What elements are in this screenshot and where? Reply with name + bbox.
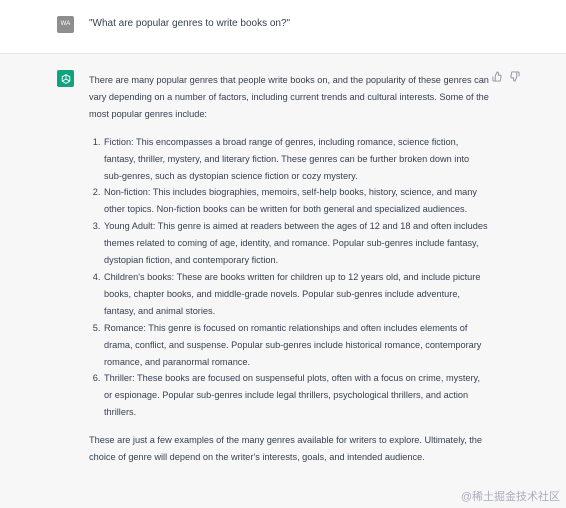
- response-intro: There are many popular genres that peopl…: [89, 75, 489, 119]
- list-item: Non-fiction: This includes biographies, …: [103, 184, 489, 218]
- list-item: Thriller: These books are focused on sus…: [103, 370, 489, 421]
- assistant-message-row: There are many popular genres that peopl…: [0, 54, 566, 508]
- thumbs-down-icon[interactable]: [509, 71, 520, 82]
- list-item: Fiction: This encompasses a broad range …: [103, 134, 489, 185]
- user-message-text: "What are popular genres to write books …: [89, 18, 291, 29]
- user-message-row: WA "What are popular genres to write boo…: [0, 0, 566, 54]
- user-avatar: WA: [57, 16, 74, 33]
- list-item: Young Adult: This genre is aimed at read…: [103, 218, 489, 269]
- response-outro: These are just a few examples of the man…: [89, 435, 483, 463]
- watermark: @稀土掘金技术社区: [460, 491, 560, 503]
- list-item: Romance: This genre is focused on romant…: [103, 320, 489, 371]
- genre-list: Fiction: This encompasses a broad range …: [89, 134, 489, 421]
- openai-logo-icon: [57, 70, 74, 87]
- list-item: Children's books: These are books writte…: [103, 269, 489, 320]
- thumbs-up-icon[interactable]: [492, 71, 503, 82]
- feedback-controls: [492, 71, 520, 82]
- assistant-response: There are many popular genres that peopl…: [89, 72, 489, 466]
